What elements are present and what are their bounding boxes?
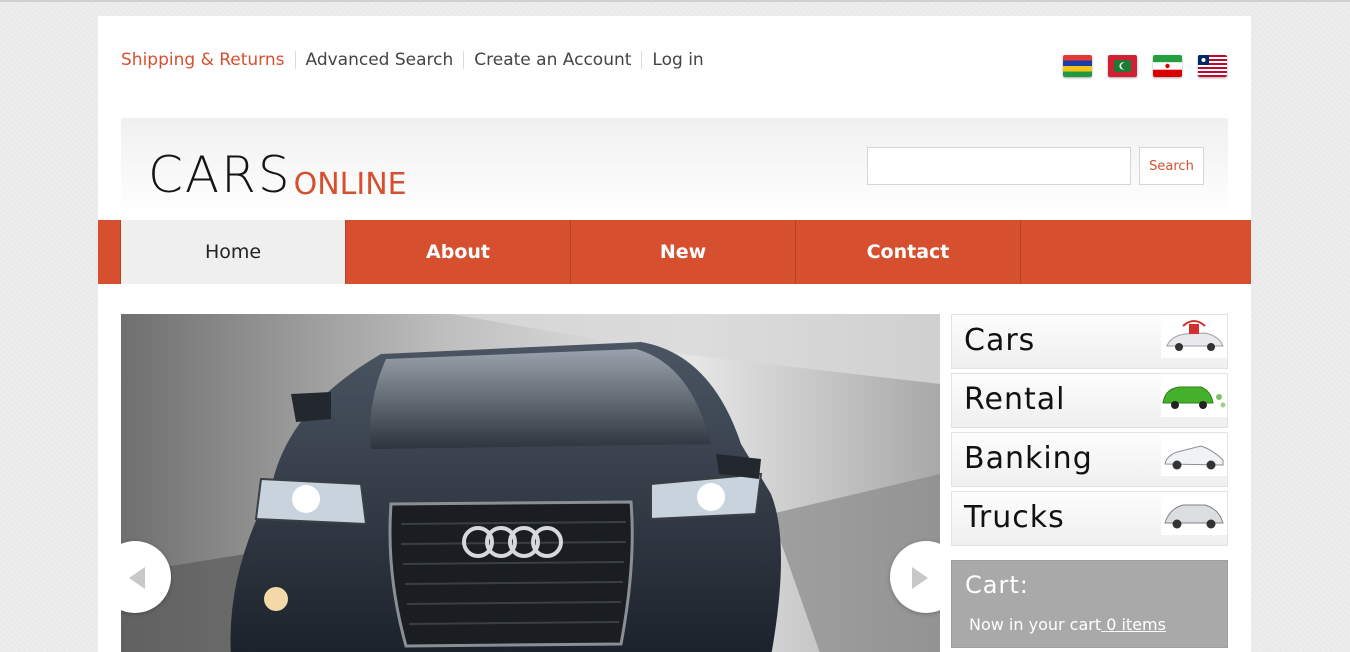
divider xyxy=(294,51,296,69)
divider xyxy=(641,51,643,69)
mauritius-flag-icon[interactable] xyxy=(1063,55,1092,77)
language-flags xyxy=(1063,55,1227,77)
nav-item-contact[interactable]: Contact xyxy=(796,220,1021,284)
cart-summary: Now in your cart 0 items xyxy=(969,615,1166,634)
nav-item-home[interactable]: Home xyxy=(121,220,346,284)
category-label: Trucks xyxy=(964,500,1065,535)
category-banking[interactable]: Banking xyxy=(951,432,1228,487)
main-nav: Home About New Contact xyxy=(98,220,1251,284)
arrow-right-icon xyxy=(912,567,928,589)
top-links: Shipping & Returns Advanced Search Creat… xyxy=(121,48,704,72)
hero-slider[interactable] xyxy=(121,314,940,652)
header-band: CARS ONLINE Search xyxy=(121,118,1228,220)
green-car-thumbnail xyxy=(1161,375,1227,417)
category-rental[interactable]: Rental xyxy=(951,373,1228,428)
category-label: Cars xyxy=(964,323,1036,358)
category-list: Cars Rental Banking Trucks xyxy=(951,314,1228,550)
silver-car-thumbnail xyxy=(1161,493,1227,535)
site-logo[interactable]: CARS ONLINE xyxy=(148,140,407,200)
page-container: Shipping & Returns Advanced Search Creat… xyxy=(98,16,1251,652)
shipping-returns-link[interactable]: Shipping & Returns xyxy=(121,50,285,70)
maldives-flag-icon[interactable] xyxy=(1108,55,1137,77)
category-trucks[interactable]: Trucks xyxy=(951,491,1228,546)
search-button[interactable]: Search xyxy=(1139,147,1204,185)
divider xyxy=(463,51,465,69)
white-car-thumbnail xyxy=(1161,434,1227,476)
category-label: Rental xyxy=(964,382,1066,417)
advanced-search-link[interactable]: Advanced Search xyxy=(306,50,454,70)
car-gift-thumbnail xyxy=(1161,316,1227,358)
create-account-link[interactable]: Create an Account xyxy=(474,50,631,70)
cart-title: Cart: xyxy=(965,571,1029,599)
logo-sub-text: ONLINE xyxy=(293,167,407,202)
top-rule xyxy=(0,0,1350,2)
search-input[interactable] xyxy=(867,147,1131,185)
cart-text: Now in your cart xyxy=(969,615,1102,634)
liberia-flag-icon[interactable] xyxy=(1198,55,1227,77)
log-in-link[interactable]: Log in xyxy=(652,50,703,70)
hero-car-image xyxy=(121,314,940,652)
logo-main-text: CARS xyxy=(148,146,292,204)
iran-flag-icon[interactable] xyxy=(1153,55,1182,77)
nav-item-about[interactable]: About xyxy=(346,220,571,284)
nav-item-new[interactable]: New xyxy=(571,220,796,284)
cart-box: Cart: Now in your cart 0 items xyxy=(951,560,1228,648)
category-label: Banking xyxy=(964,441,1093,476)
arrow-left-icon xyxy=(129,567,145,589)
nav-spacer xyxy=(98,220,121,284)
cart-items-link[interactable]: 0 items xyxy=(1101,615,1166,634)
category-cars[interactable]: Cars xyxy=(951,314,1228,369)
